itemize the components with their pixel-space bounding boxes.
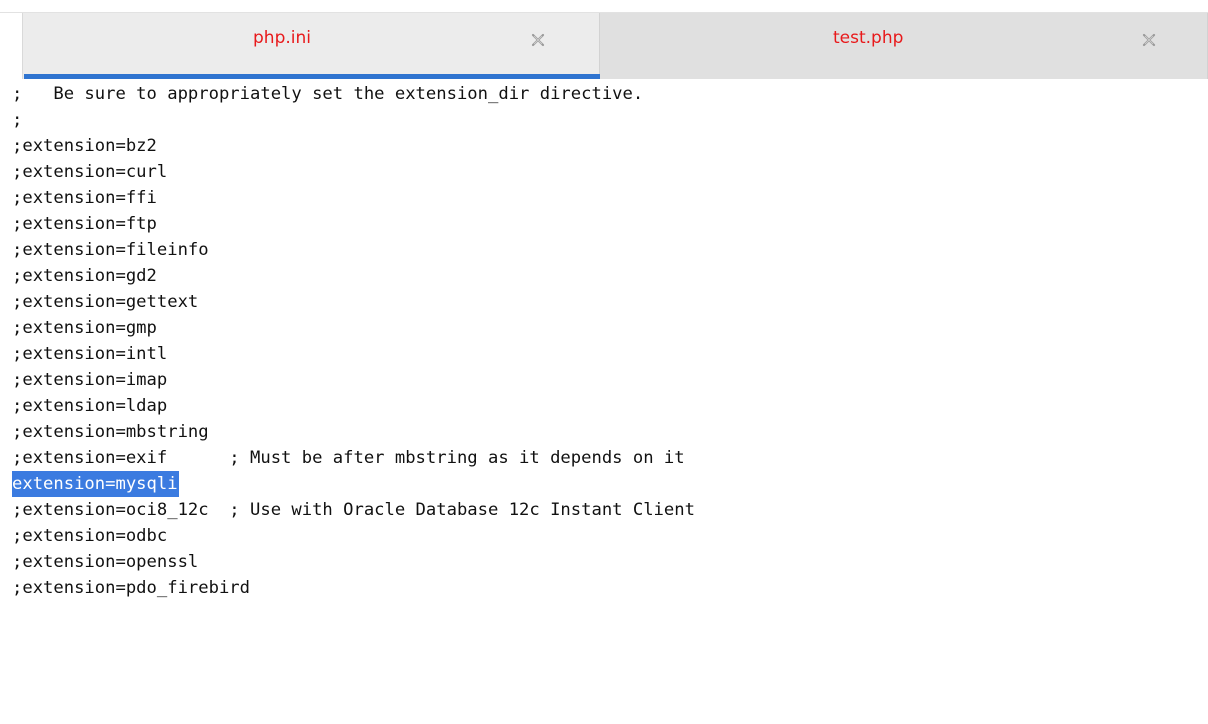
code-line: ;extension=gettext	[12, 292, 199, 312]
tab-bar: php.ini test.php	[0, 0, 1208, 82]
code-line: ;extension=curl	[12, 162, 168, 182]
code-line: ;extension=mbstring	[12, 422, 209, 442]
code-line: ;extension=gmp	[12, 318, 157, 338]
code-line: ;extension=fileinfo	[12, 240, 209, 260]
editor-window: php.ini test.php ; Be sure to appropriat…	[0, 0, 1208, 724]
tab-php-ini-label: php.ini	[253, 28, 311, 48]
code-line: ;extension=exif ; Must be after mbstring…	[12, 448, 685, 468]
code-line: ;extension=ffi	[12, 188, 157, 208]
code-line: ; Be sure to appropriately set the exten…	[12, 84, 644, 104]
code-editor[interactable]: ; Be sure to appropriately set the exten…	[0, 79, 1208, 724]
tab-test-php-label: test.php	[833, 28, 904, 48]
code-line: ;extension=bz2	[12, 136, 157, 156]
code-line: ;extension=imap	[12, 370, 168, 390]
code-line: ;extension=pdo_firebird	[12, 578, 250, 598]
code-line: ;extension=ldap	[12, 396, 168, 416]
tab-php-ini[interactable]: php.ini	[22, 13, 600, 79]
code-line: ;extension=ftp	[12, 214, 157, 234]
code-line: ;extension=gd2	[12, 266, 157, 286]
code-line: ;extension=oci8_12c ; Use with Oracle Da…	[12, 500, 695, 520]
tab-test-php[interactable]: test.php	[600, 13, 1208, 79]
code-line: ;extension=odbc	[12, 526, 168, 546]
code-line: ;	[12, 110, 23, 130]
code-line: ;extension=intl	[12, 344, 168, 364]
tab-bar-topline	[0, 0, 1208, 13]
code-line: ;extension=openssl	[12, 552, 199, 572]
close-icon[interactable]	[529, 31, 547, 49]
close-icon[interactable]	[1140, 31, 1158, 49]
selected-code-line[interactable]: extension=mysqli	[12, 471, 179, 497]
